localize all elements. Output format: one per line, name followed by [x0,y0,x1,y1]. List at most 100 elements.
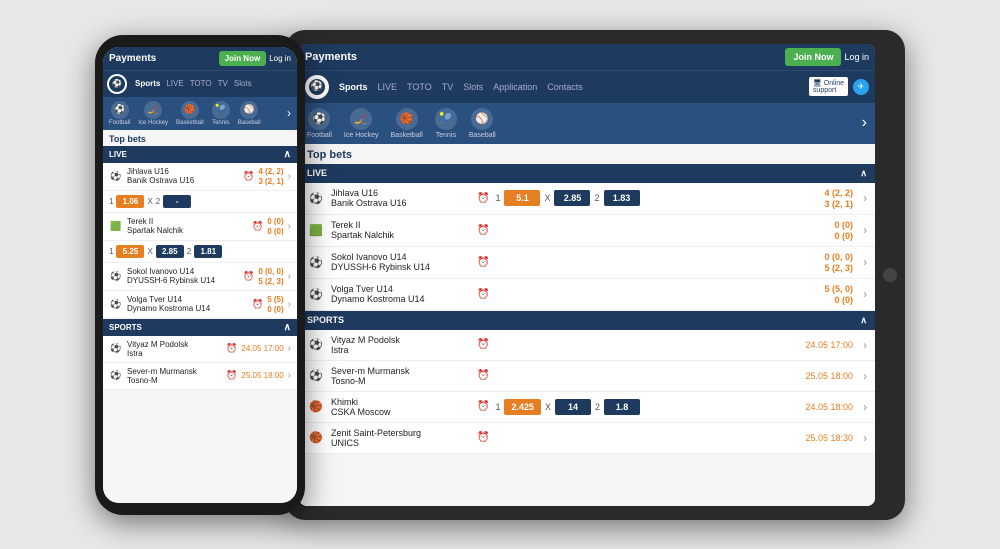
tablet-sports-chevron[interactable]: ∧ [860,315,867,326]
phone-sport-chevron[interactable]: › [287,106,291,120]
table-row[interactable]: 🟩 Terek II Spartak Nalchik ⏰ 0 (0) 0 (0)… [103,213,297,241]
match-chevron-icon: › [863,223,867,237]
phone-nav-tv[interactable]: TV [218,79,228,88]
tablet-header-title: Payments [305,51,357,63]
phone-nav-sports[interactable]: Sports [135,79,160,88]
tablet-nav-sports[interactable]: Sports [339,82,368,92]
table-row[interactable]: ⚽ Sever-m Murmansk Tosno-M ⏰ 25.05 18:00… [299,361,875,392]
tablet-nav-live[interactable]: LIVE [378,82,398,92]
match-teams: Sever-m Murmansk Tosno-M [331,366,471,386]
tablet-nav-slots[interactable]: Slots [463,82,483,92]
tablet-nav-tv[interactable]: TV [442,82,454,92]
tablet-sport-basketball[interactable]: 🏀 Basketball [391,108,423,139]
table-row[interactable]: ⚽ Sokol Ivanovo U14 DYUSSH-6 Rybinsk U14… [299,247,875,279]
match-teams: Terek II Spartak Nalchik [127,217,248,235]
match-odds: 4 (2, 2) 3 (2, 1) [258,167,283,186]
phone-sport-football[interactable]: ⚽ Football [109,101,130,126]
soccer-ball-icon: ⚽ [307,336,325,354]
table-row[interactable]: ⚽ Sokol Ivanovo U14 DYUSSH-6 Rybinsk U14… [103,263,297,291]
odd-btn-x[interactable]: 2.85 [554,190,590,206]
table-row[interactable]: 🟩 Terek II Spartak Nalchik ⏰ 0 (0) 0 (0)… [299,215,875,247]
phone-sport-icehockey[interactable]: 🏒 Ice Hockey [138,101,168,126]
table-row[interactable]: ⚽ Vityaz M Podolsk Istra ⏰ 24.05 17:00 › [299,330,875,361]
odd-btn-1[interactable]: 1.06 [116,195,144,208]
tablet-nav-toto[interactable]: TOTO [407,82,432,92]
odd-btn-x[interactable]: 14 [555,399,591,415]
match-teams: Sokol Ivanovo U14 DYUSSH-6 Rybinsk U14 [127,267,239,285]
match-teams: Khimki CSKA Moscow [331,397,471,417]
tablet-sport-icehockey[interactable]: 🏒 Ice Hockey [344,108,379,139]
tablet-sport-football[interactable]: ⚽ Football [307,108,332,139]
tablet-sport-baseball[interactable]: ⚾ Baseball [469,108,496,139]
table-row[interactable]: ⚽ Volga Tver U14 Dynamo Kostroma U14 ⏰ 5… [103,291,297,319]
phone-sports-chevron[interactable]: ∧ [284,322,291,333]
tablet-sport-tennis[interactable]: 🎾 Tennis [435,108,457,139]
soccer-ball-icon: ⚽ [307,367,325,385]
match-teams: Jihlava U16 Banik Ostrava U16 [127,167,239,185]
table-row[interactable]: ⚽ Vityaz M Podolsk Istra ⏰ 24.05 17:00 › [103,336,297,363]
tablet-support-box[interactable]: 🖥 Onlinesupport [809,77,848,96]
tablet-live-chevron[interactable]: ∧ [860,168,867,179]
clock-icon: ⏰ [243,271,254,282]
table-row[interactable]: ⚽ Sever-m Murmansk Tosno-M ⏰ 25.05 18:00… [103,363,297,390]
tablet-home-button[interactable] [883,268,897,282]
phone-nav-toto[interactable]: TOTO [190,79,212,88]
match-chevron-icon: › [288,271,291,282]
odds-row: 1 5.25 X 2.85 2 1.81 [103,241,297,263]
odd-btn-1[interactable]: 5.1 [504,190,540,206]
match-chevron-icon: › [863,400,867,414]
odd-btn-1[interactable]: 2.425 [504,399,541,415]
phone-header: Payments Join Now Log in [103,47,297,70]
telegram-icon[interactable]: ✈ [853,79,869,95]
phone-sport-baseball[interactable]: ⚾ Baseball [238,101,261,126]
tablet-top-bets-title: Top bets [299,144,875,164]
odd-btn-2[interactable]: 1.8 [604,399,640,415]
tablet-sports-header: SPORTS ∧ [299,311,875,330]
match-date: 24.05 17:00 [241,344,283,353]
clock-icon: ⏰ [477,289,489,300]
phone-join-button[interactable]: Join Now [219,51,267,66]
phone-screen: Payments Join Now Log in ⚽ Sports LIVE T… [103,47,297,503]
table-row[interactable]: ⚽ Jihlava U16 Banik Ostrava U16 ⏰ 1 5.1 … [299,183,875,215]
match-date: 25.05 18:30 [805,433,853,443]
phone-login-button[interactable]: Log in [269,54,291,63]
soccer-ball-icon: ⚽ [109,269,123,283]
tablet-sport-chevron[interactable]: › [862,114,867,132]
clock-icon: ⏰ [477,193,489,204]
match-chevron-icon: › [288,221,291,232]
match-chevron-icon: › [863,338,867,352]
odd-btn-2[interactable]: - [163,195,191,208]
tablet-login-button[interactable]: Log in [844,52,869,62]
table-row[interactable]: 🏀 Zenit Saint-Petersburg UNICS ⏰ 25.05 1… [299,423,875,454]
soccer-ball-icon: ⚽ [109,369,123,383]
table-row[interactable]: ⚽ Jihlava U16 Banik Ostrava U16 ⏰ 4 (2, … [103,163,297,191]
basketball-icon: 🏀 [307,429,325,447]
odd-btn-x[interactable]: 2.85 [156,245,184,258]
phone-nav-slots[interactable]: Slots [234,79,252,88]
match-odds: 0 (0, 0) 5 (2, 3) [258,267,283,286]
clock-icon: ⏰ [252,221,263,232]
odd-btn-2[interactable]: 1.83 [604,190,640,206]
table-row[interactable]: ⚽ Volga Tver U14 Dynamo Kostroma U14 ⏰ 5… [299,279,875,311]
phone-sport-basketball[interactable]: 🏀 Basketball [176,101,204,126]
monitor-icon: 🖥 [813,80,822,87]
clock-icon: ⏰ [226,343,237,354]
tablet-device: Payments Join Now Log in ⚽ Sports LIVE T… [285,30,905,520]
tablet-join-button[interactable]: Join Now [785,48,841,66]
phone-sport-tennis[interactable]: 🎾 Tennis [212,101,230,126]
match-odds: 0 (0) 0 (0) [267,217,283,236]
match-chevron-icon: › [288,370,291,381]
match-chevron-icon: › [288,171,291,182]
clock-icon: ⏰ [477,370,489,381]
phone-nav-live[interactable]: LIVE [166,79,183,88]
phone-device: Payments Join Now Log in ⚽ Sports LIVE T… [95,35,305,515]
match-teams: Volga Tver U14 Dynamo Kostroma U14 [127,295,248,313]
clock-icon: ⏰ [477,225,489,236]
odd-btn-2[interactable]: 1.81 [194,245,222,258]
soccer-ball-icon: ⚽ [307,189,325,207]
tablet-nav-contacts[interactable]: Contacts [547,82,583,92]
table-row[interactable]: 🏀 Khimki CSKA Moscow ⏰ 1 2.425 X 14 2 1.… [299,392,875,423]
tablet-nav-application[interactable]: Application [493,82,537,92]
phone-live-chevron[interactable]: ∧ [284,149,291,160]
odd-btn-1[interactable]: 5.25 [116,245,144,258]
